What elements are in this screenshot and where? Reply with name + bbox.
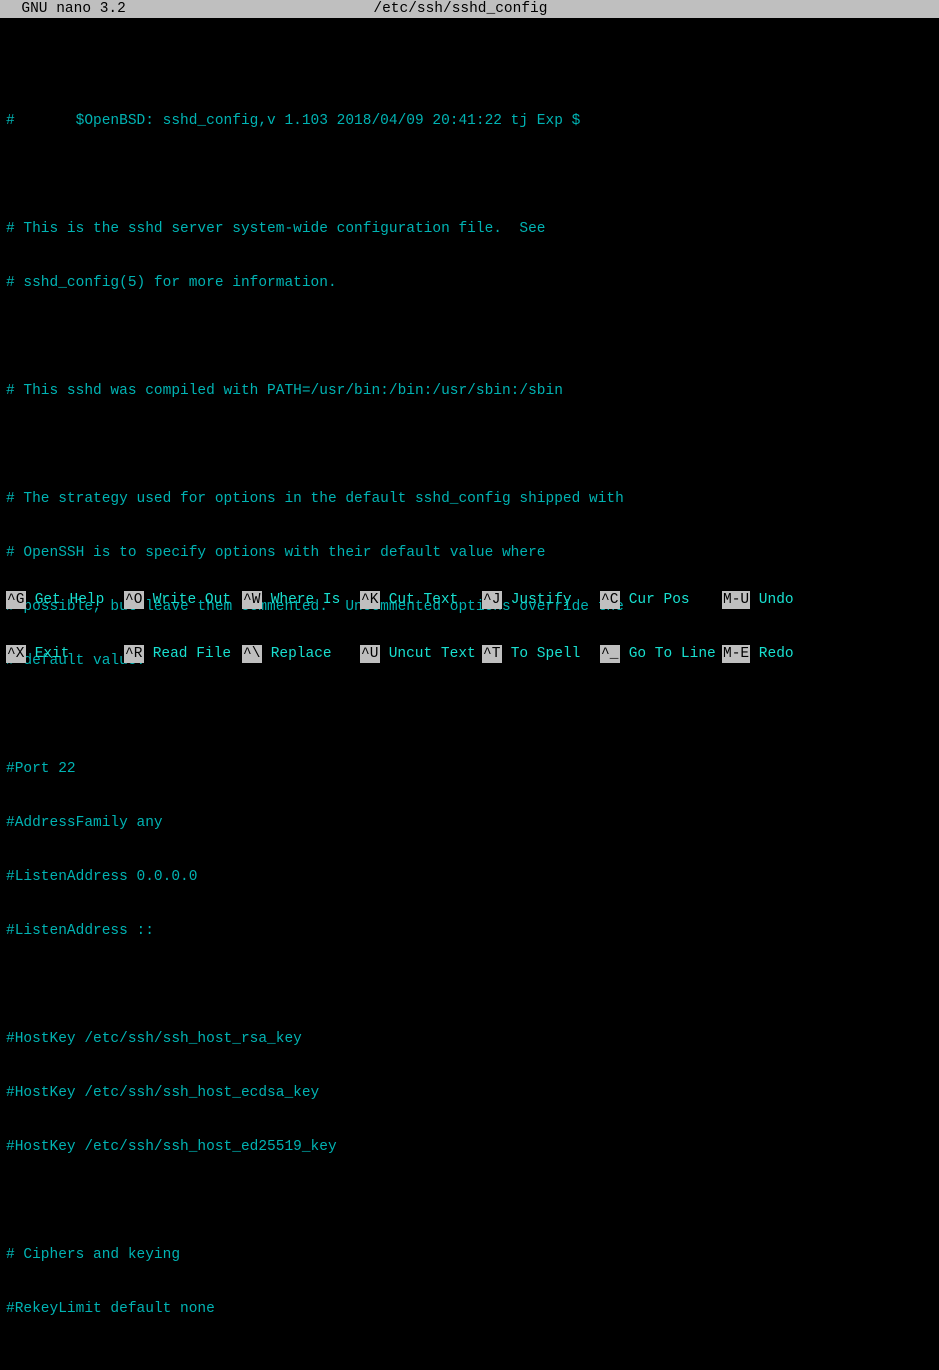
editor-content[interactable]: # $OpenBSD: sshd_config,v 1.103 2018/04/… [0, 18, 939, 1370]
shortcut-label: Go To Line [620, 645, 716, 663]
shortcut-go-to-line[interactable]: ^_ Go To Line [600, 645, 722, 663]
shortcut-redo[interactable]: M-E Redo [722, 645, 807, 663]
file-line[interactable]: # Ciphers and keying [6, 1246, 933, 1264]
shortcut-label: Cur Pos [620, 591, 716, 609]
file-line[interactable]: # $OpenBSD: sshd_config,v 1.103 2018/04/… [6, 112, 933, 130]
shortcut-cut-text[interactable]: ^K Cut Text [360, 591, 482, 609]
key-label: ^K [360, 591, 380, 609]
key-label: ^U [360, 645, 380, 663]
file-line[interactable] [6, 58, 933, 76]
key-label: M-E [722, 645, 750, 663]
file-line[interactable]: # This sshd was compiled with PATH=/usr/… [6, 382, 933, 400]
shortcut-replace[interactable]: ^\ Replace [242, 645, 360, 663]
shortcut-exit[interactable]: ^X Exit [6, 645, 124, 663]
file-line[interactable] [6, 976, 933, 994]
key-label: ^J [482, 591, 502, 609]
file-line[interactable] [6, 436, 933, 454]
app-name: GNU nano 3.2 [4, 0, 126, 18]
file-line[interactable]: #HostKey /etc/ssh/ssh_host_ecdsa_key [6, 1084, 933, 1102]
shortcut-label: Write Out [144, 591, 240, 609]
shortcut-read-file[interactable]: ^R Read File [124, 645, 242, 663]
shortcut-label: Read File [144, 645, 240, 663]
shortcut-label: Get Help [26, 591, 122, 609]
shortcut-undo[interactable]: M-U Undo [722, 591, 807, 609]
shortcut-justify[interactable]: ^J Justify [482, 591, 600, 609]
shortcut-label: Redo [750, 645, 794, 663]
shortcut-label: Justify [502, 591, 598, 609]
file-line[interactable]: # This is the sshd server system-wide co… [6, 220, 933, 238]
shortcut-cur-pos[interactable]: ^C Cur Pos [600, 591, 722, 609]
file-line[interactable]: # sshd_config(5) for more information. [6, 274, 933, 292]
shortcut-row: ^G Get Help ^O Write Out ^W Where Is ^K … [6, 591, 933, 609]
file-path: /etc/ssh/sshd_config [126, 0, 795, 18]
key-label: ^R [124, 645, 144, 663]
file-line[interactable]: #HostKey /etc/ssh/ssh_host_rsa_key [6, 1030, 933, 1048]
shortcut-where-is[interactable]: ^W Where Is [242, 591, 360, 609]
shortcut-label: Replace [262, 645, 358, 663]
key-label: ^O [124, 591, 144, 609]
key-label: M-U [722, 591, 750, 609]
key-label: ^_ [600, 645, 620, 663]
shortcut-get-help[interactable]: ^G Get Help [6, 591, 124, 609]
shortcut-label: Uncut Text [380, 645, 476, 663]
file-line[interactable] [6, 166, 933, 184]
shortcut-label: Exit [26, 645, 122, 663]
key-label: ^G [6, 591, 26, 609]
shortcut-label: Where Is [262, 591, 358, 609]
key-label: ^X [6, 645, 26, 663]
title-bar: GNU nano 3.2 /etc/ssh/sshd_config [0, 0, 939, 18]
file-line[interactable]: #RekeyLimit default none [6, 1300, 933, 1318]
shortcut-label: Undo [750, 591, 794, 609]
key-label: ^W [242, 591, 262, 609]
shortcut-bar: ^G Get Help ^O Write Out ^W Where Is ^K … [0, 555, 939, 685]
file-line[interactable] [6, 328, 933, 346]
shortcut-uncut-text[interactable]: ^U Uncut Text [360, 645, 482, 663]
file-line[interactable]: #Port 22 [6, 760, 933, 778]
file-line[interactable] [6, 706, 933, 724]
file-line[interactable] [6, 1192, 933, 1210]
file-line[interactable]: #ListenAddress 0.0.0.0 [6, 868, 933, 886]
file-line[interactable]: #ListenAddress :: [6, 922, 933, 940]
key-label: ^\ [242, 645, 262, 663]
key-label: ^T [482, 645, 502, 663]
file-line[interactable]: #HostKey /etc/ssh/ssh_host_ed25519_key [6, 1138, 933, 1156]
key-label: ^C [600, 591, 620, 609]
file-line[interactable]: # The strategy used for options in the d… [6, 490, 933, 508]
shortcut-row: ^X Exit ^R Read File ^\ Replace ^U Uncut… [6, 645, 933, 663]
shortcut-write-out[interactable]: ^O Write Out [124, 591, 242, 609]
shortcut-label: Cut Text [380, 591, 476, 609]
file-line[interactable] [6, 1354, 933, 1370]
shortcut-label: To Spell [502, 645, 598, 663]
file-line[interactable]: #AddressFamily any [6, 814, 933, 832]
shortcut-to-spell[interactable]: ^T To Spell [482, 645, 600, 663]
